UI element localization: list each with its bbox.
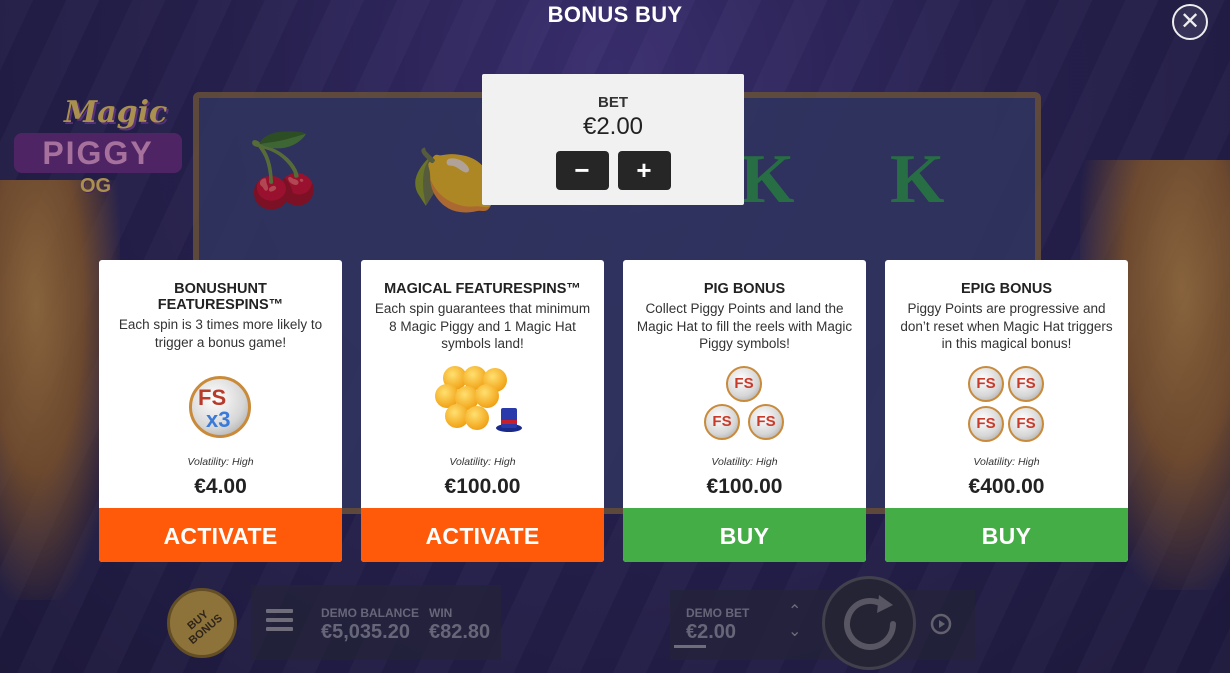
card-volatility: Volatility: High: [711, 456, 778, 468]
three-fs-icon: FS FS FS: [623, 366, 866, 446]
buy-button[interactable]: BUY: [885, 508, 1128, 562]
four-fs-icon: FS FS FS FS: [885, 366, 1128, 446]
magic-hat-icon: [496, 408, 522, 432]
bonus-card-pig: PIG BONUS Collect Piggy Points and land …: [623, 260, 866, 562]
card-description: Piggy Points are progressive and don’t r…: [900, 301, 1113, 351]
card-price: €100.00: [706, 475, 783, 498]
page-title: BONUS BUY: [547, 2, 683, 27]
bonus-card-magical: MAGICAL FEATURESPINS™ Each spin guarante…: [361, 260, 604, 562]
card-volatility: Volatility: High: [187, 456, 254, 468]
bonus-card-bonushunt: BONUSHUNT FEATURESPINS™ Each spin is 3 t…: [99, 260, 342, 562]
fs-x3-icon: FS x3: [99, 366, 342, 446]
activate-button[interactable]: ACTIVATE: [361, 508, 604, 562]
fs-chip: FS: [1008, 366, 1044, 402]
card-price: €400.00: [968, 475, 1045, 498]
card-title: EPIG BONUS: [960, 281, 1053, 297]
bet-selector: BET €2.00 − +: [482, 74, 744, 205]
bonus-card-epig: EPIG BONUS Piggy Points are progressive …: [885, 260, 1128, 562]
fs-chip: FS: [968, 366, 1004, 402]
magic-piggy-hat-icon: [361, 366, 604, 446]
fs-chip: FS: [726, 366, 762, 402]
activate-button[interactable]: ACTIVATE: [99, 508, 342, 562]
card-title: BONUSHUNT FEATURESPINS™: [157, 281, 284, 313]
bet-value: €2.00: [582, 113, 644, 140]
card-title: MAGICAL FEATURESPINS™: [384, 281, 581, 297]
x3-label: x3: [206, 407, 231, 432]
card-price: €100.00: [444, 475, 521, 498]
close-icon[interactable]: ✕: [1172, 4, 1208, 40]
increase-bet-button[interactable]: +: [617, 151, 671, 190]
card-price: €4.00: [194, 475, 247, 498]
fs-chip: FS: [704, 404, 740, 440]
card-title: PIG BONUS: [703, 281, 786, 297]
bet-label: BET: [598, 94, 628, 111]
card-volatility: Volatility: High: [973, 456, 1040, 468]
card-description: Collect Piggy Points and land the Magic …: [636, 301, 853, 351]
card-volatility: Volatility: High: [449, 456, 516, 468]
card-description: Each spin guarantees that minimum 8 Magi…: [374, 301, 591, 351]
buy-button[interactable]: BUY: [623, 508, 866, 562]
fs-chip: FS: [1008, 406, 1044, 442]
fs-chip: FS: [968, 406, 1004, 442]
decrease-bet-button[interactable]: −: [555, 151, 609, 190]
fs-chip: FS: [748, 404, 784, 440]
card-description: Each spin is 3 times more likely to trig…: [118, 317, 323, 350]
